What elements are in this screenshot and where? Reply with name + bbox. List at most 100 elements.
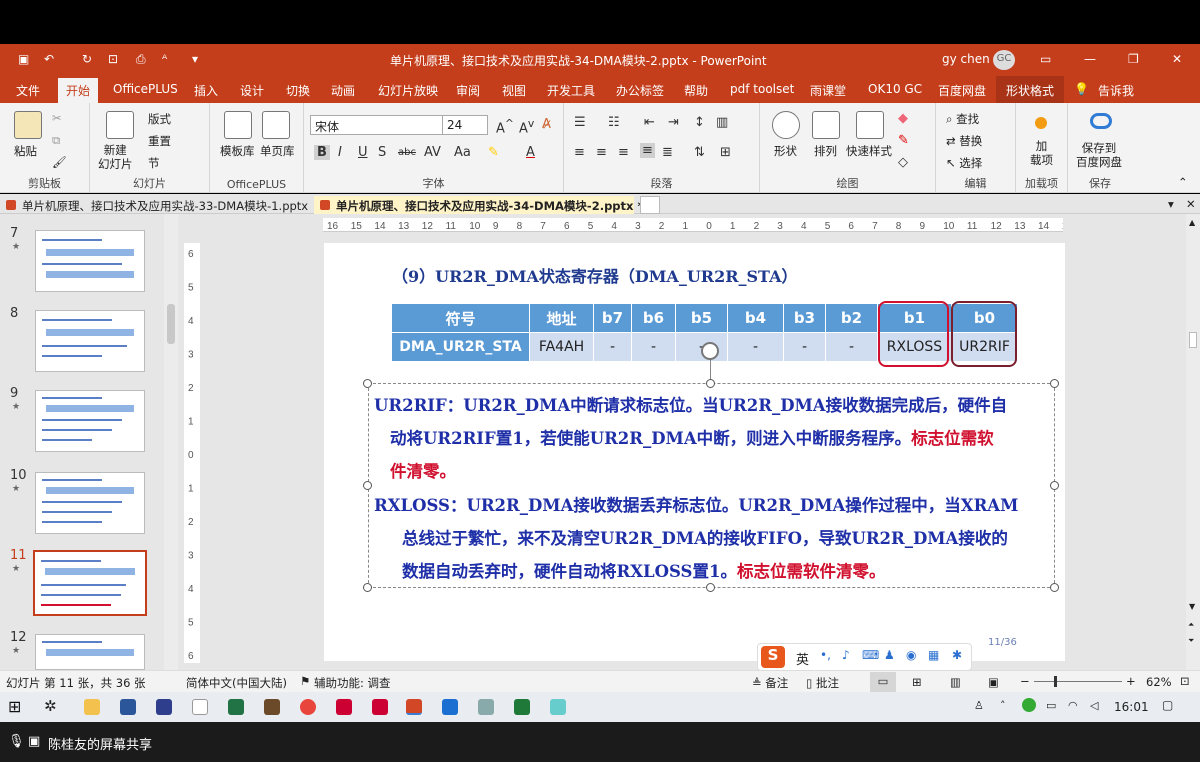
fit-slide-icon[interactable]: ⊡ [1180,674,1190,688]
replace-button[interactable]: ⇄ 替换 [946,133,982,149]
thumbnail-scrollbar[interactable] [164,214,178,670]
shrink-font-icon[interactable]: Av [519,117,534,136]
accessibility-status[interactable]: 辅助功能: 调查 [314,675,391,691]
bullets-icon[interactable]: ☰ [574,115,586,130]
thumbnail-slide-7[interactable] [35,230,145,292]
doc-tab-1[interactable]: 单片机原理、接口技术及应用实战-33-DMA模块-1.pptx [0,196,312,214]
search-icon[interactable]: ✲ [44,697,57,715]
shapes-icon[interactable] [772,111,800,139]
book-icon[interactable] [264,699,280,715]
arrange-button[interactable]: 排列 [814,143,837,159]
app-icon[interactable] [156,699,172,715]
minimize-icon[interactable]: — [1084,52,1096,66]
select-button[interactable]: ↖ 选择 [946,155,982,171]
single-page-button[interactable]: 单页库 [260,143,295,159]
battery-icon[interactable]: ▭ [1046,699,1056,712]
save-icon[interactable]: ▣ [18,52,29,66]
zoom-in-icon[interactable]: + [1126,674,1136,688]
mic-icon[interactable]: 🎙 [8,734,25,749]
tray-up-icon[interactable]: ˄ [1000,699,1006,712]
chrome-icon[interactable] [300,699,316,715]
font-size-box[interactable]: 24 [442,115,488,135]
thumbnail-slide-10[interactable] [35,472,145,534]
scroll-thumb[interactable] [1189,332,1197,348]
slide-sorter-icon[interactable]: ⊞ [912,675,922,689]
powerpoint-icon[interactable] [406,699,422,715]
align-right-icon[interactable]: ≡ [618,145,629,160]
numbering-icon[interactable]: ☷ [608,115,620,130]
font-name-box[interactable]: 宋体 [310,115,444,135]
resize-handle[interactable] [363,379,372,388]
tab-shape-format[interactable]: 形状格式 [996,76,1065,103]
line-spacing-icon[interactable]: ↕ [694,115,705,130]
distribute-icon[interactable]: ≣ [662,145,673,160]
strikethrough-icon[interactable]: abc [398,147,416,158]
new-tab-button[interactable] [640,196,660,214]
volume-icon[interactable]: ◁ [1090,699,1098,712]
grow-font-icon[interactable]: A^ [496,117,514,136]
thumbnail-slide-8[interactable] [35,310,145,372]
tab-baidu[interactable]: 百度网盘 [938,82,986,99]
justify-icon[interactable]: ≡ [640,143,655,158]
app-icon[interactable] [478,699,494,715]
underline-icon[interactable]: U [358,145,368,160]
new-slide-button[interactable]: 新建 幻灯片 [98,143,133,171]
language-status[interactable]: 简体中文(中国大陆) [186,675,287,691]
layout-button[interactable]: 版式 [148,111,171,127]
undo-icon[interactable]: ↶ [44,52,54,66]
normal-view-icon[interactable]: ▭ [870,672,896,692]
format-painter-icon[interactable]: 🖌 [52,155,67,169]
reset-button[interactable]: 重置 [148,133,171,149]
ribbon-display-icon[interactable]: ▭ [1040,52,1051,66]
quick-style-button[interactable]: 快速样式 [846,143,892,159]
skin-icon[interactable]: ♟ [884,648,895,662]
redo-icon[interactable]: ↻ [82,52,92,66]
tab-home[interactable]: 开始 [58,78,99,103]
resize-handle[interactable] [1050,583,1059,592]
template-button[interactable]: 模板库 [220,143,255,159]
slideshow-view-icon[interactable]: ▣ [988,675,999,689]
shapes-button[interactable]: 形状 [774,143,797,159]
tab-view[interactable]: 视图 [502,82,526,99]
prev-slide-icon[interactable]: ⏶ [1188,620,1194,630]
thumbnail-slide-12[interactable] [35,634,145,670]
game-icon[interactable]: ◉ [906,648,916,662]
doc-tab-2[interactable]: 单片机原理、接口技术及应用实战-34-DMA模块-2.pptx * [314,196,643,214]
slideshow-icon[interactable]: ⊡ [108,52,118,66]
copy-icon[interactable]: ⧉ [52,133,60,148]
italic-icon[interactable]: I [338,145,342,160]
clock[interactable]: 16:01 [1114,700,1149,714]
tab-transitions[interactable]: 切换 [286,82,310,99]
tab-tell-me[interactable]: 告诉我 [1098,82,1134,99]
tray-app-icon[interactable] [1022,698,1036,712]
align-left-icon[interactable]: ≡ [574,145,585,160]
scroll-down-icon[interactable]: ▼ [1189,602,1195,611]
close-icon[interactable]: ✕ [1172,52,1182,66]
app-icon[interactable] [550,699,566,715]
zoom-slider[interactable] [1034,681,1122,682]
arrange-icon[interactable] [812,111,840,139]
notes-button[interactable]: ≜ 备注 [752,675,788,691]
spelling-icon[interactable]: ᴬ [162,52,167,66]
windows-start-icon[interactable]: ⊞ [8,697,21,716]
close-tab-icon[interactable]: ✕ [1186,197,1196,211]
shape-fill-icon[interactable]: ◆ [898,111,908,126]
tab-insert[interactable]: 插入 [194,82,218,99]
tab-list-icon[interactable]: ▾ [1168,197,1174,211]
customize-icon[interactable]: ▾ [192,52,198,66]
punct-icon[interactable]: •, [820,648,831,662]
maximize-icon[interactable]: ❐ [1128,52,1139,66]
print-icon[interactable]: ⎙ [136,52,146,67]
shape-effects-icon[interactable]: ◇ [898,155,908,170]
settings-icon[interactable]: ✱ [952,648,962,662]
scroll-up-icon[interactable]: ▲ [1189,218,1195,227]
font-color-icon[interactable]: A [526,145,535,160]
columns-icon[interactable]: ▥ [716,115,728,130]
tab-slideshow[interactable]: 幻灯片放映 [378,82,438,99]
thumbnail-slide-9[interactable] [35,390,145,452]
quick-style-icon[interactable] [856,111,884,139]
app-icon[interactable] [514,699,530,715]
resize-handle[interactable] [1050,481,1059,490]
collapse-ribbon-icon[interactable]: ⌃ [1178,175,1188,189]
scroll-thumb[interactable] [167,304,175,344]
